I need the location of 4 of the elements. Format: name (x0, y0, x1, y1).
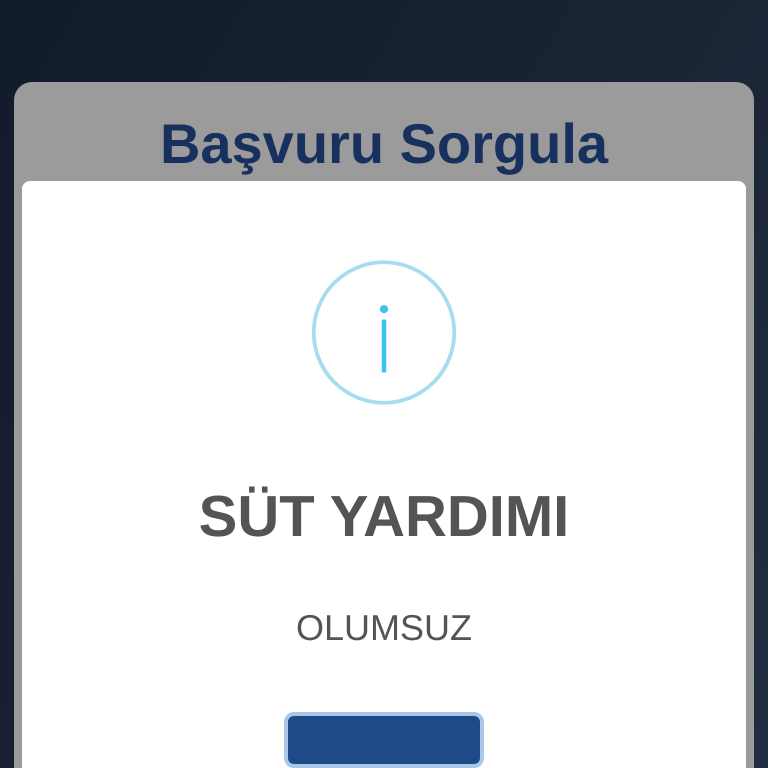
dialog-title: SÜT YARDIMI (198, 483, 570, 552)
dialog-message: OLUMSUZ (296, 606, 472, 649)
page-title: Başvuru Sorgula (160, 111, 608, 177)
dialog-button[interactable] (284, 712, 484, 768)
